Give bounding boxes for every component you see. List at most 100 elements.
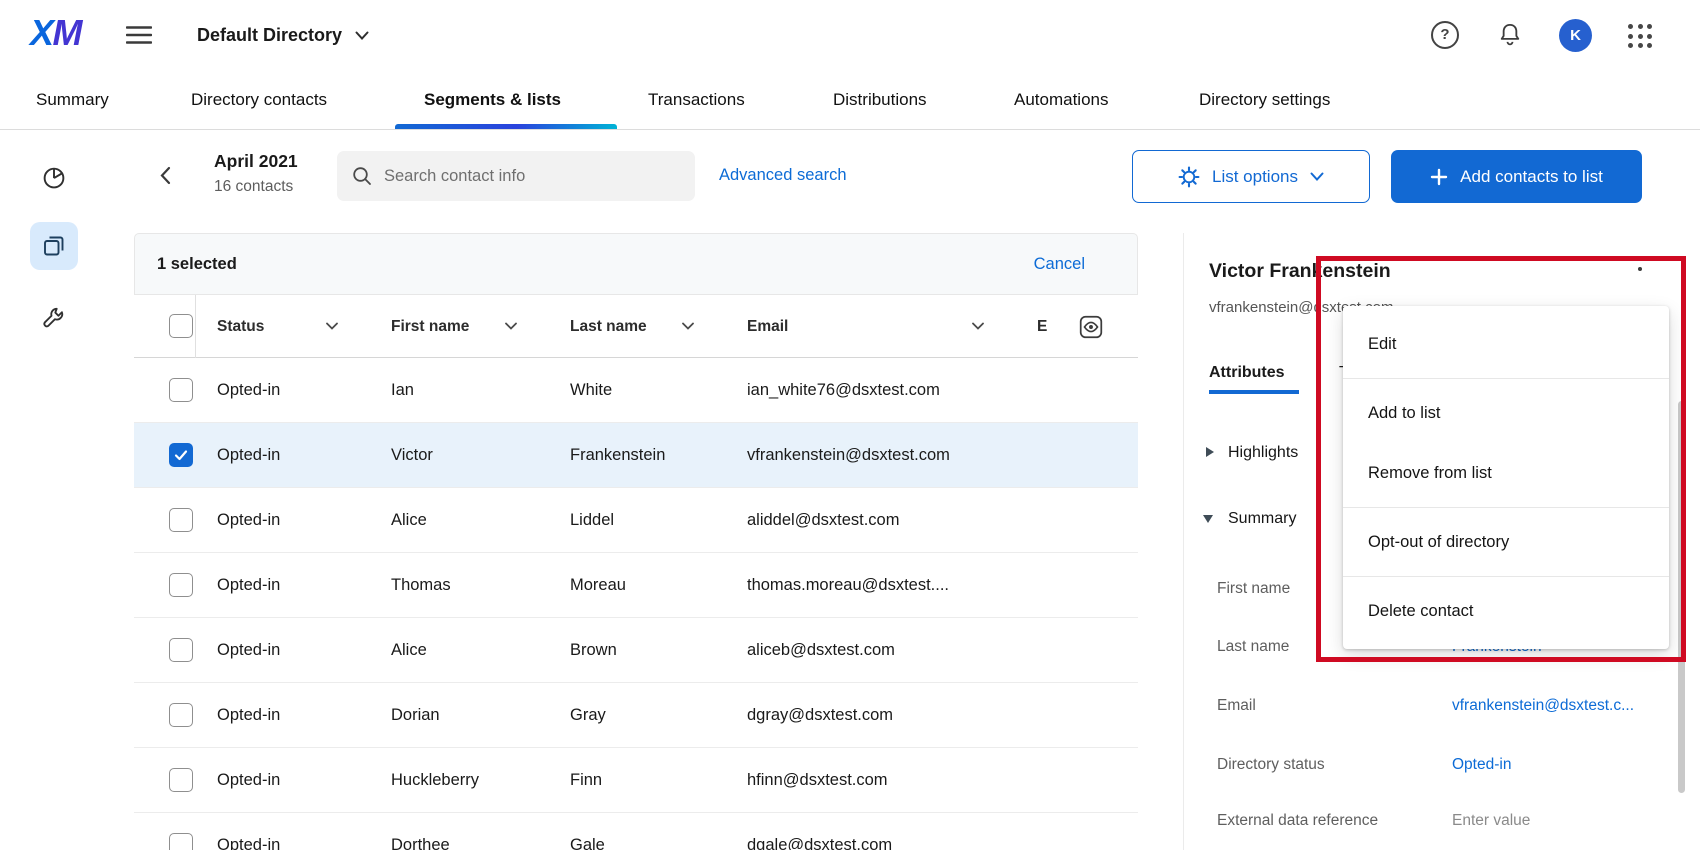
cell-last-name: Brown: [570, 618, 617, 683]
list-contact-count: 16 contacts: [214, 178, 293, 196]
menu-separator: [1343, 378, 1669, 379]
column-header-email[interactable]: Email: [747, 295, 788, 358]
eye-icon: [1078, 314, 1104, 340]
first-name-column-chevron-icon[interactable]: [505, 322, 517, 330]
menu-item-edit[interactable]: Edit: [1343, 314, 1669, 374]
plus-icon: [1430, 168, 1448, 186]
row-checkbox[interactable]: [169, 833, 193, 850]
logo-letter-x: X: [30, 12, 53, 53]
tab-transactions[interactable]: Transactions: [648, 70, 745, 130]
status-column-chevron-icon[interactable]: [326, 322, 338, 330]
directory-name: Default Directory: [197, 25, 342, 46]
panel-scrollbar[interactable]: [1678, 401, 1685, 793]
help-button[interactable]: ?: [1431, 21, 1459, 49]
tab-automations[interactable]: Automations: [1014, 70, 1109, 130]
hamburger-menu-icon[interactable]: [124, 23, 154, 47]
sidebar-item-lists-active[interactable]: [30, 222, 78, 270]
sidebar-item-segments[interactable]: [32, 155, 76, 199]
row-checkbox[interactable]: [169, 638, 193, 662]
cell-status: Opted-in: [217, 618, 280, 683]
contact-context-menu: Edit Add to list Remove from list Opt-ou…: [1343, 306, 1669, 649]
top-bar: XM Default Directory ? K: [0, 0, 1700, 70]
tab-summary[interactable]: Summary: [36, 70, 109, 130]
tab-directory-contacts[interactable]: Directory contacts: [191, 70, 327, 130]
column-header-truncated: E: [1037, 295, 1047, 358]
notifications-button[interactable]: [1496, 20, 1526, 50]
menu-item-remove-from-list[interactable]: Remove from list: [1343, 443, 1669, 503]
back-button[interactable]: [150, 160, 180, 190]
field-value-email[interactable]: vfrankenstein@dsxtest.c...: [1452, 697, 1634, 715]
menu-separator: [1343, 576, 1669, 577]
directory-switcher[interactable]: Default Directory: [197, 19, 369, 51]
cell-first-name: Alice: [391, 488, 427, 553]
cell-email: ian_white76@dsxtest.com: [747, 358, 940, 423]
field-value-external-data-reference[interactable]: Enter value: [1452, 812, 1530, 830]
search-input[interactable]: [384, 167, 680, 186]
segments-pie-icon: [40, 163, 68, 191]
table-row[interactable]: Opted-in Alice Brown aliceb@dsxtest.com: [134, 618, 1138, 683]
select-all-checkbox[interactable]: [169, 314, 193, 338]
table-row[interactable]: Opted-in Huckleberry Finn hfinn@dsxtest.…: [134, 748, 1138, 813]
cell-last-name: Gray: [570, 683, 606, 748]
cell-status: Opted-in: [217, 358, 280, 423]
panel-active-tab-indicator: [1209, 390, 1299, 394]
logo-letter-m: M: [53, 12, 82, 53]
apps-grid-button[interactable]: [1628, 23, 1654, 49]
tab-segments-lists[interactable]: Segments & lists: [424, 70, 561, 130]
section-summary[interactable]: Summary: [1228, 510, 1296, 528]
manage-columns-button[interactable]: [1072, 308, 1109, 345]
panel-tab-attributes[interactable]: Attributes: [1209, 364, 1285, 382]
cell-first-name: Victor: [391, 423, 433, 488]
cell-status: Opted-in: [217, 553, 280, 618]
field-value-directory-status[interactable]: Opted-in: [1452, 756, 1511, 774]
menu-item-delete-contact[interactable]: Delete contact: [1343, 581, 1669, 641]
user-avatar[interactable]: K: [1559, 19, 1592, 52]
table-row[interactable]: Opted-in Thomas Moreau thomas.moreau@dsx…: [134, 553, 1138, 618]
row-checkbox[interactable]: [169, 508, 193, 532]
last-name-column-chevron-icon[interactable]: [682, 322, 694, 330]
tab-directory-settings[interactable]: Directory settings: [1199, 70, 1330, 130]
contact-name: Victor Frankenstein: [1209, 260, 1391, 283]
contact-actions-menu-button[interactable]: [1622, 255, 1658, 283]
field-label-email: Email: [1217, 697, 1256, 715]
tab-distributions[interactable]: Distributions: [833, 70, 927, 130]
row-checkbox[interactable]: [169, 378, 193, 402]
column-header-status[interactable]: Status: [217, 295, 264, 358]
column-header-last-name[interactable]: Last name: [570, 295, 647, 358]
menu-item-add-to-list[interactable]: Add to list: [1343, 383, 1669, 443]
selected-count: 1 selected: [157, 234, 237, 294]
add-contacts-label: Add contacts to list: [1460, 167, 1603, 187]
email-column-chevron-icon[interactable]: [972, 322, 984, 330]
table-row-selected[interactable]: Opted-in Victor Frankenstein vfrankenste…: [134, 423, 1138, 488]
cell-first-name: Huckleberry: [391, 748, 479, 813]
row-checkbox-checked[interactable]: [169, 443, 193, 467]
section-highlights[interactable]: Highlights: [1228, 444, 1298, 462]
row-checkbox[interactable]: [169, 768, 193, 792]
cell-last-name: Gale: [570, 813, 605, 850]
contact-search[interactable]: [337, 151, 695, 201]
gear-icon: [1178, 166, 1200, 188]
highlights-collapsed-chevron-icon[interactable]: [1206, 447, 1214, 457]
field-label-last-name: Last name: [1217, 638, 1289, 656]
cancel-selection-button[interactable]: Cancel: [1034, 234, 1085, 294]
column-header-first-name[interactable]: First name: [391, 295, 469, 358]
list-options-button[interactable]: List options: [1132, 150, 1370, 203]
cell-last-name: White: [570, 358, 612, 423]
wrench-icon: [41, 305, 67, 331]
meatball-menu-icon: [1638, 267, 1643, 272]
row-checkbox[interactable]: [169, 573, 193, 597]
cell-last-name: Frankenstein: [570, 423, 665, 488]
sidebar-item-tools[interactable]: [32, 296, 76, 340]
cell-first-name: Dorian: [391, 683, 440, 748]
row-checkbox[interactable]: [169, 703, 193, 727]
cell-first-name: Alice: [391, 618, 427, 683]
add-contacts-to-list-button[interactable]: Add contacts to list: [1391, 150, 1642, 203]
advanced-search-link[interactable]: Advanced search: [719, 166, 847, 185]
table-row[interactable]: Opted-in Alice Liddel aliddel@dsxtest.co…: [134, 488, 1138, 553]
chevron-down-icon: [1310, 172, 1324, 181]
table-row[interactable]: Opted-in Ian White ian_white76@dsxtest.c…: [134, 358, 1138, 423]
summary-expanded-chevron-icon[interactable]: [1203, 515, 1213, 523]
table-row[interactable]: Opted-in Dorthee Gale dgale@dsxtest.com: [134, 813, 1138, 850]
table-row[interactable]: Opted-in Dorian Gray dgray@dsxtest.com: [134, 683, 1138, 748]
menu-item-opt-out-of-directory[interactable]: Opt-out of directory: [1343, 512, 1669, 572]
